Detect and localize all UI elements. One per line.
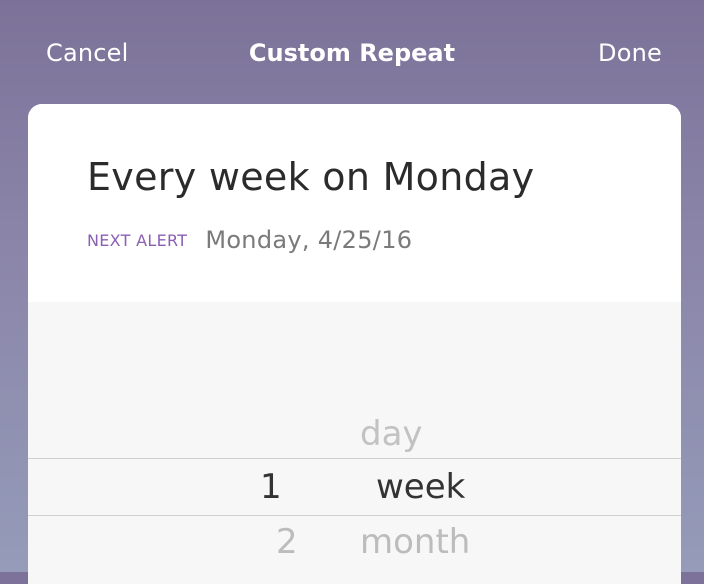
interval-number-selected[interactable]: 1 <box>260 465 282 509</box>
repeat-summary: Every week on Monday NEXT ALERT Monday, … <box>28 104 681 302</box>
interval-unit-option-day[interactable]: day <box>360 412 423 456</box>
repeat-summary-title: Every week on Monday <box>87 155 535 199</box>
interval-unit-selected[interactable]: week <box>376 465 465 509</box>
interval-unit-option-month[interactable]: month <box>360 520 470 564</box>
next-alert-date: Monday, 4/25/16 <box>205 226 413 254</box>
next-alert-label: NEXT ALERT <box>87 230 188 250</box>
picker-selection-band <box>28 458 681 516</box>
nav-bar: Cancel Custom Repeat Done <box>0 0 704 104</box>
next-alert-row: NEXT ALERT Monday, 4/25/16 <box>87 224 412 256</box>
done-button[interactable]: Done <box>598 36 662 70</box>
repeat-picker[interactable]: 1 2 day week month <box>28 302 681 584</box>
interval-number-option[interactable]: 2 <box>276 520 298 564</box>
repeat-card: Every week on Monday NEXT ALERT Monday, … <box>28 104 681 584</box>
